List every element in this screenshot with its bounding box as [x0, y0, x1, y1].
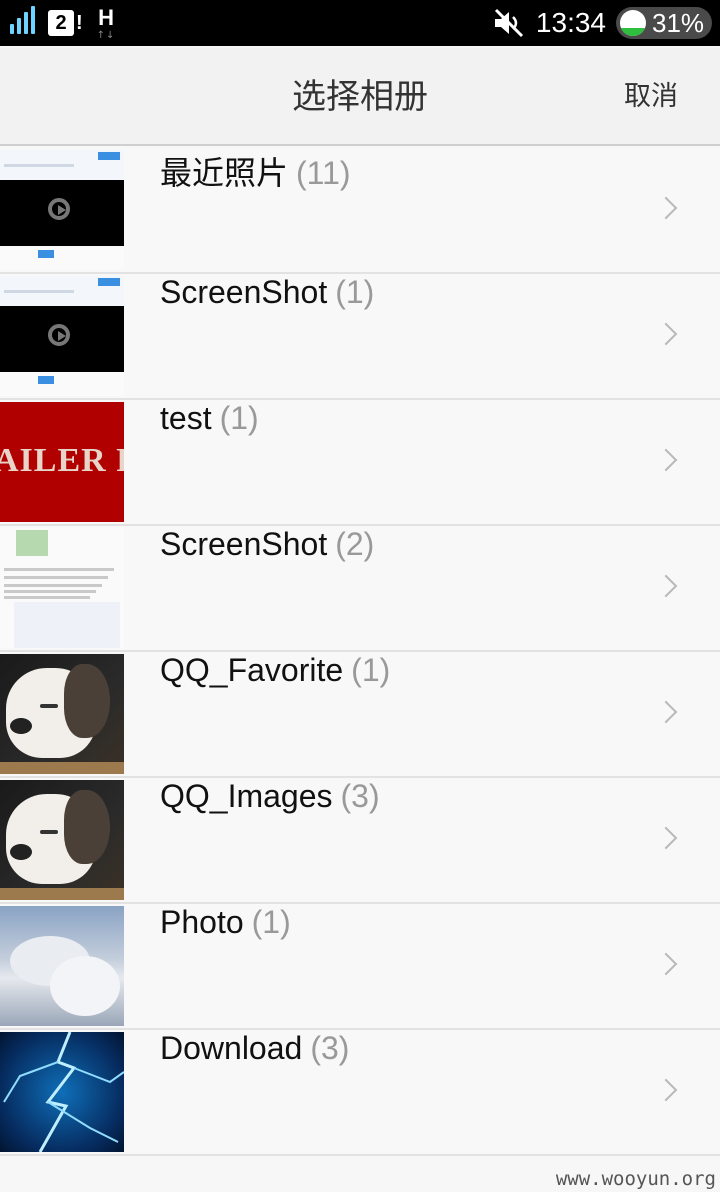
cancel-button[interactable]: 取消	[624, 48, 678, 146]
status-right: 13:34 31%	[492, 4, 712, 42]
sim-card-icon: 2	[48, 10, 74, 36]
clock: 13:34	[535, 7, 606, 38]
album-thumbnail: AILER R	[0, 402, 124, 522]
album-name-line: ScreenShot (2)	[160, 526, 374, 650]
album-row[interactable]: Download (3)	[0, 1030, 720, 1156]
play-icon	[48, 198, 70, 220]
network-arrows: ↑↓	[96, 30, 116, 41]
album-name-line: ScreenShot (1)	[160, 274, 374, 398]
album-name: QQ_Images	[160, 778, 333, 814]
chevron-right-icon	[654, 700, 678, 724]
album-thumbnail	[0, 654, 124, 774]
album-name: ScreenShot	[160, 526, 328, 562]
album-name: QQ_Favorite	[160, 652, 344, 688]
battery-percent: 31%	[652, 7, 705, 38]
chevron-right-icon	[654, 1078, 678, 1102]
album-count: (3)	[310, 1030, 350, 1066]
album-thumbnail	[0, 906, 124, 1026]
sim-alert-badge: !	[76, 11, 83, 34]
album-row[interactable]: ScreenShot (1)	[0, 274, 720, 400]
album-name-line: Photo (1)	[160, 904, 291, 1028]
album-row[interactable]: ScreenShot (2)	[0, 526, 720, 652]
album-thumbnail	[0, 780, 124, 900]
album-name-line: Download (3)	[160, 1030, 349, 1154]
chevron-right-icon	[654, 574, 678, 598]
chevron-right-icon	[654, 196, 678, 220]
album-name: 最近照片	[160, 155, 289, 191]
album-name: test	[160, 400, 212, 436]
play-icon	[48, 324, 70, 346]
status-bar: 2 ! H ↑↓ 13:34 31%	[0, 0, 720, 46]
album-row[interactable]: 最近照片 (11)	[0, 148, 720, 274]
status-left: 2 ! H ↑↓	[8, 5, 116, 41]
album-list: 最近照片(11)ScreenShot(1)AILER Rtest(1)Scree…	[0, 148, 720, 1156]
album-count: (2)	[335, 526, 375, 562]
album-name: Photo	[160, 904, 244, 940]
battery-level-indicator	[620, 10, 646, 36]
album-count: (1)	[219, 400, 259, 436]
album-row[interactable]: QQ_Favorite (1)	[0, 652, 720, 778]
album-name-line: QQ_Images (3)	[160, 778, 380, 902]
album-count: (3)	[340, 778, 380, 814]
network-type: H	[98, 5, 114, 30]
album-thumbnail	[0, 276, 124, 396]
album-count: (1)	[335, 274, 375, 310]
watermark: www.wooyun.org	[555, 1168, 716, 1190]
album-thumbnail	[0, 528, 124, 648]
album-name: ScreenShot	[160, 274, 328, 310]
title-bar: 选择相册 取消	[0, 48, 720, 146]
chevron-right-icon	[654, 448, 678, 472]
album-thumbnail	[0, 1032, 124, 1152]
album-name-line: QQ_Favorite (1)	[160, 652, 390, 776]
album-count: (11)	[296, 155, 351, 191]
album-name-line: test (1)	[160, 400, 259, 524]
page-title: 选择相册	[292, 77, 428, 117]
album-name: Download	[160, 1030, 303, 1066]
chevron-right-icon	[654, 952, 678, 976]
chevron-right-icon	[654, 322, 678, 346]
signal-icon	[8, 6, 38, 38]
battery-icon: 31%	[616, 7, 712, 39]
sim-slot-number: 2	[55, 11, 67, 34]
chevron-right-icon	[654, 826, 678, 850]
album-row[interactable]: AILER R test(1)	[0, 400, 720, 526]
thumbnail-text: AILER R	[0, 442, 124, 479]
album-thumbnail	[0, 150, 124, 270]
album-count: (1)	[351, 652, 391, 688]
album-name-line: 最近照片 (11)	[160, 148, 351, 272]
album-count: (1)	[251, 904, 291, 940]
album-row[interactable]: QQ_Images (3)	[0, 778, 720, 904]
network-h-icon: H ↑↓	[97, 5, 116, 41]
muted-speaker-icon	[492, 8, 526, 38]
album-row[interactable]: Photo (1)	[0, 904, 720, 1030]
